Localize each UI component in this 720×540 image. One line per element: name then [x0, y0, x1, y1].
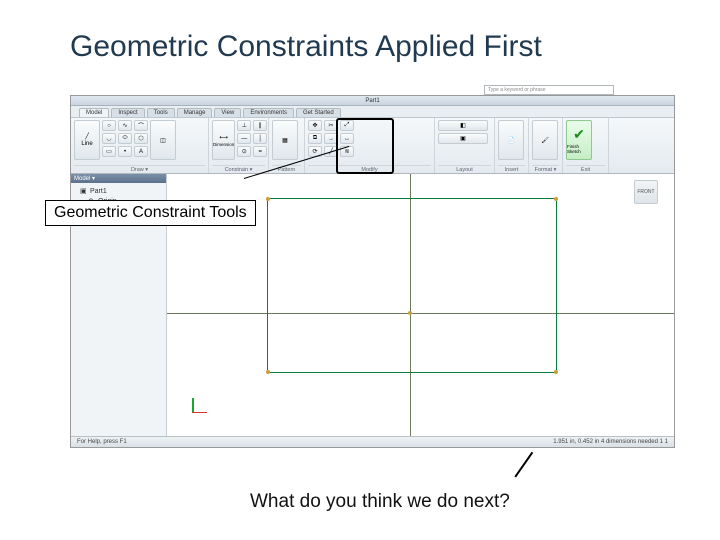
constraint-vertical-button[interactable]: │ — [253, 133, 267, 144]
rectangle-sketch[interactable] — [267, 198, 557, 373]
check-icon: ✔ — [573, 126, 585, 143]
panel-layout-label: Layout — [438, 165, 491, 173]
status-right: 1.951 in, 0.452 in 4 dimensions needed 1… — [553, 439, 668, 445]
callout-leader-2 — [514, 452, 532, 477]
search-placeholder: Type a keyword or phrase — [488, 87, 546, 93]
dimension-icon: ⟷ — [219, 134, 228, 141]
corner-tl[interactable] — [266, 197, 270, 201]
circle-button[interactable]: ○ — [102, 120, 116, 131]
constraint-coincident-button[interactable]: ⊙ — [237, 146, 251, 157]
window-title: Part1 — [365, 98, 379, 104]
scale-button[interactable]: ⤢ — [340, 120, 354, 131]
corner-br[interactable] — [554, 370, 558, 374]
stretch-button[interactable]: ↔ — [340, 133, 354, 144]
polygon-button[interactable]: ⬡ — [134, 133, 148, 144]
window-titlebar: Part1 Type a keyword or phrase — [71, 96, 674, 106]
callout-constraint-tools: Geometric Constraint Tools — [45, 200, 256, 226]
ribbon-tabbar: Model Inspect Tools Manage View Environm… — [71, 106, 674, 118]
makepart-button[interactable]: ◧ — [438, 120, 488, 131]
panel-exit-label: Exit — [566, 165, 605, 173]
ellipse-button[interactable]: ⬭ — [118, 133, 132, 144]
constraint-equal-button[interactable]: = — [253, 146, 267, 157]
cube-icon: ▣ — [80, 187, 88, 195]
format-button[interactable]: 🖌 — [532, 120, 558, 160]
dimension-button[interactable]: ⟷Dimension — [212, 120, 235, 160]
viewcube[interactable]: FRONT — [634, 180, 658, 204]
panel-draw: ╱Line ○ ∿ ⌒ ◡ ⬭ ⬡ ▭ • A — [71, 118, 209, 173]
panel-format-label: Format ▾ — [532, 165, 559, 173]
tab-environments[interactable]: Environments — [243, 108, 294, 117]
extend-button[interactable]: → — [324, 133, 338, 144]
finish-sketch-button[interactable]: ✔Finish Sketch — [566, 120, 592, 160]
tab-getstarted[interactable]: Get Started — [296, 108, 341, 117]
panel-insert-label: Insert — [498, 165, 525, 173]
copy-button[interactable]: ⧉ — [308, 133, 322, 144]
question-text: What do you think we do next? — [250, 491, 510, 513]
project-icon: ◫ — [160, 137, 166, 144]
panel-modify-label: Modify — [308, 165, 431, 173]
pattern-button[interactable]: ▦ — [272, 120, 298, 160]
line-button[interactable]: ╱Line — [74, 120, 100, 160]
app-window: Part1 Type a keyword or phrase Model Ins… — [70, 95, 675, 448]
panel-insert: 📄 Insert — [495, 118, 529, 173]
panel-modify: ✥ ✂ ⤢ ⧉ → ↔ ⟳ ╱ ≋ Modify — [305, 118, 435, 173]
tab-inspect[interactable]: Inspect — [111, 108, 144, 117]
constraint-perpendicular-button[interactable]: ⊥ — [237, 120, 251, 131]
tab-model[interactable]: Model — [79, 108, 109, 117]
corner-tr[interactable] — [554, 197, 558, 201]
tab-view[interactable]: View — [214, 108, 241, 117]
constraint-parallel-button[interactable]: ∥ — [253, 120, 267, 131]
move-button[interactable]: ✥ — [308, 120, 322, 131]
slide-title: Geometric Constraints Applied First — [70, 30, 542, 64]
status-left: For Help, press F1 — [77, 439, 127, 445]
spline-button[interactable]: ∿ — [118, 120, 132, 131]
rectangle-button[interactable]: ▭ — [102, 146, 116, 157]
corner-bl[interactable] — [266, 370, 270, 374]
axis-triad — [187, 396, 209, 418]
tab-tools[interactable]: Tools — [147, 108, 175, 117]
tree-part[interactable]: ▣Part1 — [74, 186, 163, 196]
status-bar: For Help, press F1 1.951 in, 0.452 in 4 … — [71, 436, 674, 447]
panel-layout: ◧ ▣ Layout — [435, 118, 495, 173]
panel-draw-label: Draw ▾ — [74, 165, 205, 173]
fillet-button[interactable]: ⌒ — [134, 120, 148, 131]
arc-button[interactable]: ◡ — [102, 133, 116, 144]
text-button[interactable]: A — [134, 146, 148, 157]
panel-constrain-label: Constrain ▾ — [212, 165, 265, 173]
constraint-horizontal-button[interactable]: — — [237, 133, 251, 144]
point-button[interactable]: • — [118, 146, 132, 157]
insert-button[interactable]: 📄 — [498, 120, 524, 160]
panel-constrain: ⟷Dimension ⊥ ∥ — │ ⊙ = Constrai — [209, 118, 269, 173]
search-box[interactable]: Type a keyword or phrase — [484, 85, 614, 95]
trim-button[interactable]: ✂ — [324, 120, 338, 131]
x-axis-icon — [192, 412, 207, 414]
ribbon: ╱Line ○ ∿ ⌒ ◡ ⬭ ⬡ ▭ • A — [71, 118, 674, 174]
panel-format: 🖌 Format ▾ — [529, 118, 563, 173]
tab-manage[interactable]: Manage — [177, 108, 213, 117]
createblock-button[interactable]: ▣ — [438, 133, 488, 144]
line-icon: ╱ — [85, 133, 89, 140]
browser-title: Model ▾ — [71, 174, 166, 183]
project-geometry-button[interactable]: ◫ — [150, 120, 176, 160]
panel-exit: ✔Finish Sketch Exit — [563, 118, 609, 173]
